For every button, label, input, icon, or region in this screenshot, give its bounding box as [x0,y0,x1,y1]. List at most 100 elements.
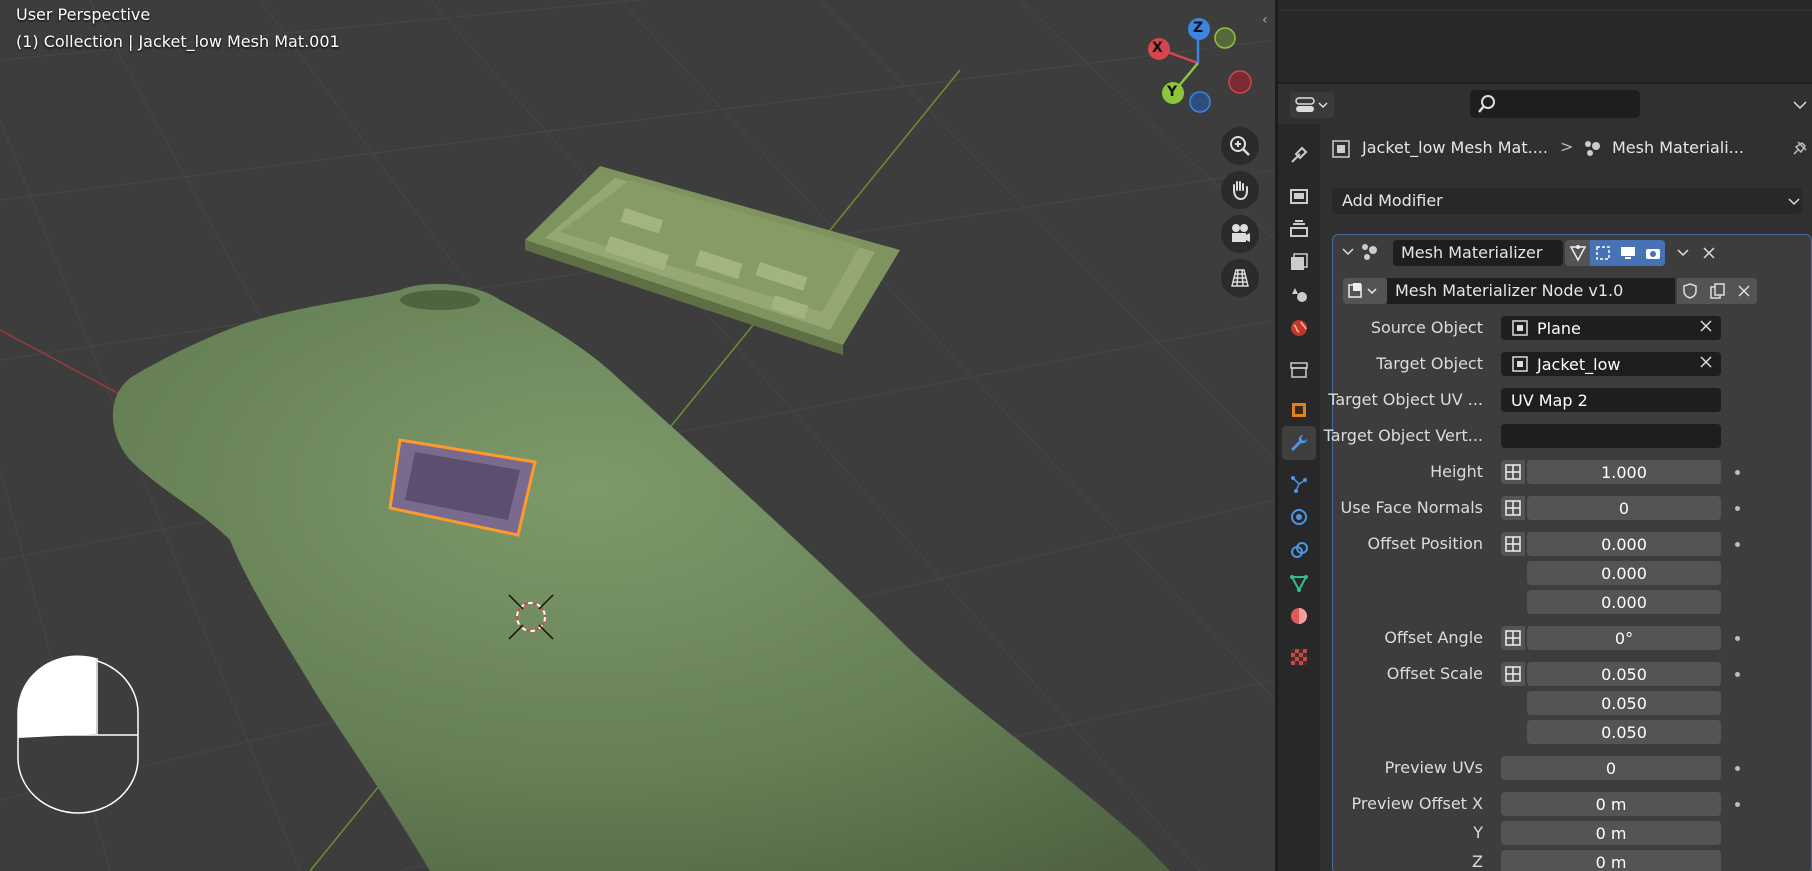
collapse-arrow-icon[interactable]: ‹ [1262,12,1268,28]
viewport-subtitle: (1) Collection | Jacket_low Mesh Mat.001 [16,32,340,51]
clear-icon[interactable] [1699,355,1713,369]
height-field[interactable]: 1.000 [1527,460,1721,484]
gizmo-y-label[interactable]: Y [1167,84,1177,100]
tab-view-layer[interactable] [1282,245,1316,279]
target-uv-label: Target Object UV ... [1328,390,1483,409]
object-picker-icon [1512,356,1528,372]
attribute-toggle-button[interactable] [1501,496,1525,520]
tab-tool[interactable] [1282,138,1316,172]
tab-texture[interactable] [1282,640,1316,674]
fake-user-shield-icon[interactable] [1681,282,1699,300]
edit-mode-toggle[interactable] [1590,240,1615,266]
node-group-name-field[interactable]: Mesh Materializer Node v1.0 [1387,278,1675,304]
target-vert-field[interactable] [1501,424,1721,448]
duplicate-icon[interactable] [1708,282,1726,300]
tab-modifiers[interactable] [1282,426,1316,460]
preview-uvs-label: Preview UVs [1384,758,1483,777]
target-uv-field[interactable]: UV Map 2 [1501,388,1721,412]
tab-collection[interactable] [1282,352,1316,386]
tab-object[interactable] [1282,393,1316,427]
tab-material[interactable] [1282,599,1316,633]
attribute-toggle-button[interactable] [1501,460,1525,484]
monitor-icon [1620,247,1635,259]
render-icon [1290,189,1308,204]
preview-uvs-field[interactable]: 0 [1501,756,1721,780]
gizmo-z-label[interactable]: Z [1193,20,1203,36]
attribute-toggle-button[interactable] [1501,662,1525,686]
modifier-name: Mesh Materializer [1401,243,1543,262]
particles-icon [1291,476,1307,493]
use-face-normals-field[interactable]: 0 [1527,496,1721,520]
breadcrumb-object[interactable]: Jacket_low Mesh Mat.... [1362,138,1548,157]
tab-output[interactable] [1282,212,1316,246]
tab-particles[interactable] [1282,467,1316,501]
node-group-browse[interactable] [1343,278,1387,304]
tab-data[interactable] [1282,566,1316,600]
edit-cage-toggle[interactable] [1565,240,1590,266]
camera-icon [1232,224,1250,242]
preview-offset-y-field[interactable]: 0 m [1501,821,1721,845]
collapse-chevron-icon[interactable] [1341,245,1355,259]
offset-position-y[interactable]: 0.000 [1527,561,1721,585]
tab-scene[interactable] [1282,278,1316,312]
offset-angle-field[interactable]: 0° [1527,626,1721,650]
search-input[interactable] [1470,90,1640,118]
camera-view-button[interactable] [1221,215,1259,253]
render-toggle[interactable] [1640,240,1665,266]
attribute-toggle-button[interactable] [1501,532,1525,556]
preview-offset-z-field[interactable]: 0 m [1501,850,1721,871]
target-vert-label: Target Object Vert... [1323,426,1483,445]
offset-position-x[interactable]: 0.000 [1527,532,1721,556]
offset-scale-z[interactable]: 0.050 [1527,720,1721,744]
modifier-menu-icon[interactable] [1675,245,1691,261]
pan-button[interactable] [1221,171,1259,209]
zoom-button[interactable] [1221,127,1259,165]
keyframe-dot[interactable] [1735,542,1740,547]
keyframe-dot[interactable] [1735,470,1740,475]
tab-render[interactable] [1282,179,1316,213]
physics-icon [1291,509,1307,525]
grid-ortho-icon [1231,269,1249,287]
attribute-toggle-button[interactable] [1501,626,1525,650]
material-icon [1291,608,1307,624]
hand-pan-icon [1233,181,1248,201]
add-modifier-label: Add Modifier [1342,191,1443,210]
add-modifier-dropdown[interactable]: Add Modifier [1332,188,1802,214]
unlink-icon[interactable] [1735,282,1753,300]
header-dropdown-icon[interactable] [1790,96,1810,116]
offset-scale-x[interactable]: 0.050 [1527,662,1721,686]
properties-content: Jacket_low Mesh Mat.... > Mesh Materiali… [1320,124,1812,871]
editor-type-button[interactable] [1290,92,1334,118]
pin-icon[interactable] [1790,138,1810,158]
keyframe-dot[interactable] [1735,506,1740,511]
properties-editor: Jacket_low Mesh Mat.... > Mesh Materiali… [1278,0,1812,871]
3d-viewport[interactable]: User Perspective (1) Collection | Jacket… [0,0,1275,871]
keyframe-dot[interactable] [1735,672,1740,677]
tab-physics[interactable] [1282,500,1316,534]
offset-position-label: Offset Position [1367,534,1483,553]
properties-editor-icon [1295,97,1328,112]
modifier-name-field[interactable]: Mesh Materializer [1393,240,1563,266]
target-object-field[interactable]: Jacket_low [1501,352,1721,376]
offset-angle-label: Offset Angle [1384,628,1483,647]
ortho-toggle-button[interactable] [1221,259,1259,297]
close-icon[interactable] [1701,245,1717,261]
viewport-scene[interactable] [0,0,1275,871]
keyframe-dot[interactable] [1735,802,1740,807]
wrench-icon [1291,435,1307,451]
tab-constraints[interactable] [1282,533,1316,567]
gizmo-x-label[interactable]: X [1152,40,1163,56]
keyframe-dot[interactable] [1735,636,1740,641]
tab-world[interactable] [1282,311,1316,345]
preview-offset-x-field[interactable]: 0 m [1501,792,1721,816]
source-object-field[interactable]: Plane [1501,316,1721,340]
viewport-toggle[interactable] [1615,240,1640,266]
offset-scale-y[interactable]: 0.050 [1527,691,1721,715]
breadcrumb-modifier[interactable]: Mesh Materiali... [1612,138,1744,157]
clear-icon[interactable] [1699,319,1713,333]
source-object-field-value: Plane [1537,318,1581,338]
keyframe-dot[interactable] [1735,766,1740,771]
offset-position-z[interactable]: 0.000 [1527,590,1721,614]
collection-icon [1290,362,1308,378]
node-tree-icon [1348,283,1377,298]
